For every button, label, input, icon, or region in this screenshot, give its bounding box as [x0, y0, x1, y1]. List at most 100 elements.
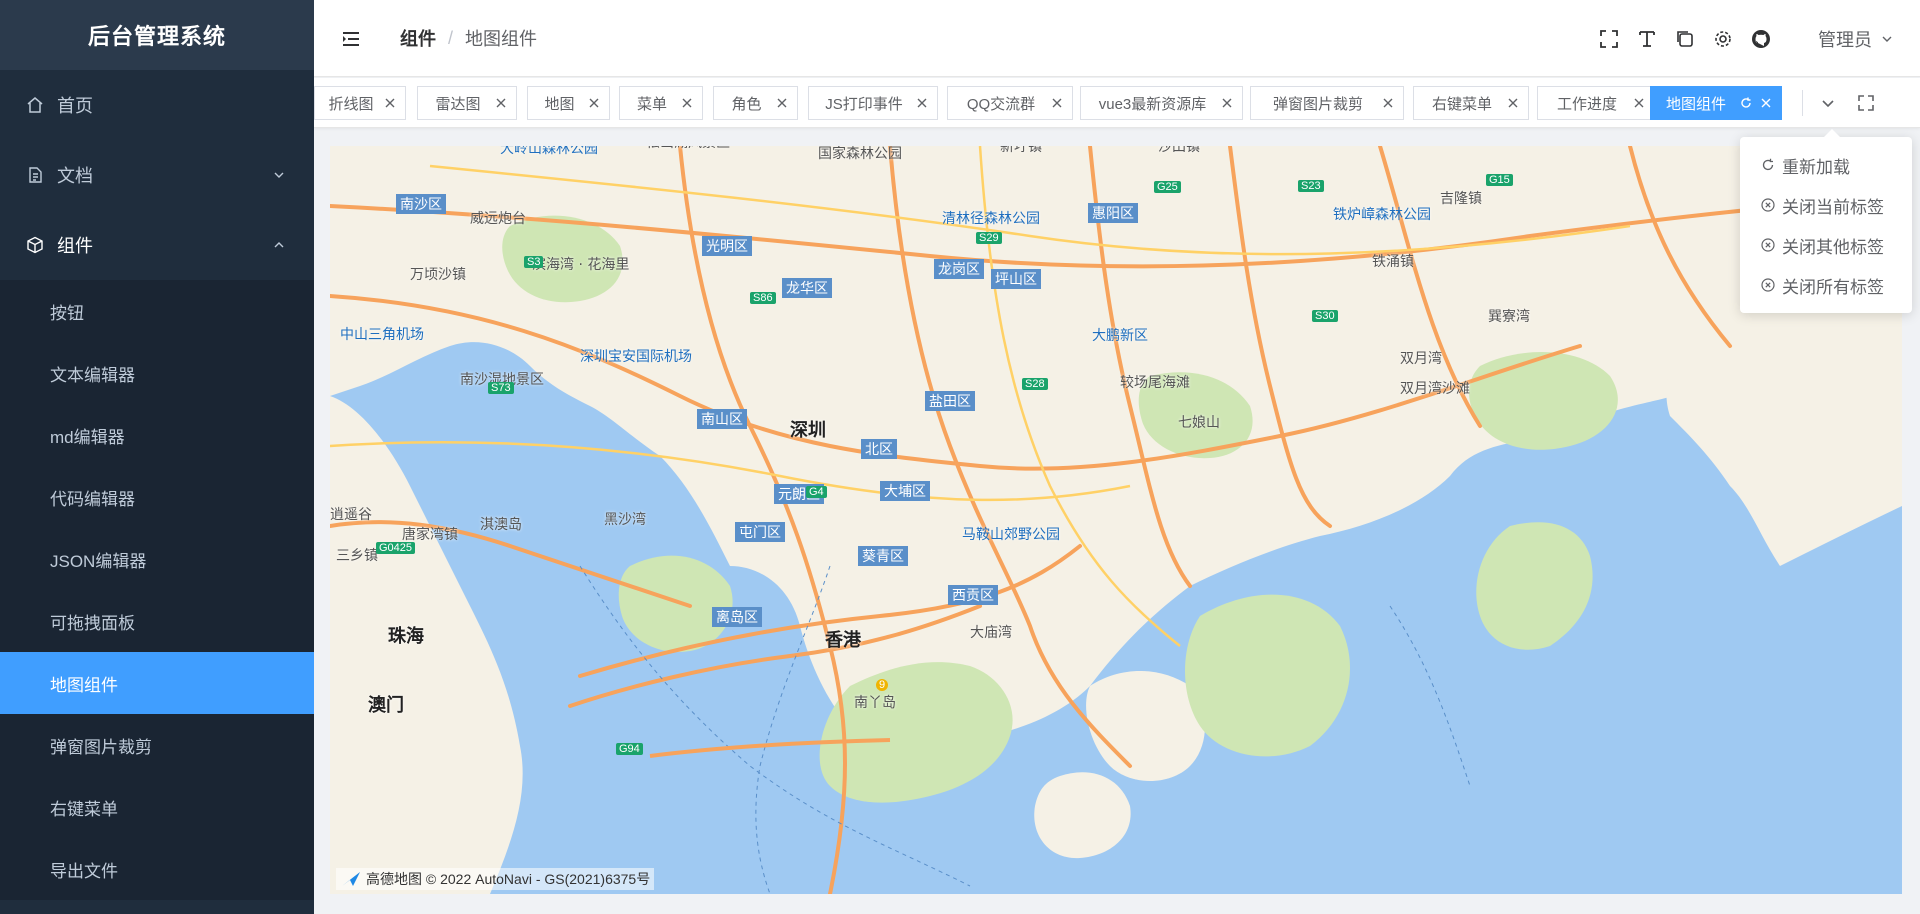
map-label: 黑沙湾 [604, 512, 646, 528]
close-icon[interactable] [680, 96, 694, 110]
hamburger-icon[interactable] [340, 28, 362, 50]
sidebar-item-home[interactable]: 首页 [0, 70, 314, 140]
close-circle-icon [1761, 278, 1775, 292]
map-label: 北区 [861, 439, 897, 459]
map-label: 清林径森林公园 [942, 211, 1040, 227]
close-circle-icon [1761, 238, 1775, 252]
tag-item[interactable]: 雷达图 [417, 86, 517, 120]
tag-label: 工作进度 [1556, 95, 1617, 113]
breadcrumb-item-map: 地图组件 [465, 29, 538, 49]
map-label: 澳门 [368, 695, 404, 716]
map-label: 沙田镇 [1158, 146, 1200, 155]
user-menu[interactable]: 管理员 [1818, 26, 1872, 52]
tag-item[interactable]: JS打印事件 [808, 86, 938, 120]
chevron-down-icon[interactable] [1818, 93, 1838, 113]
sidebar-item-export-file[interactable]: 导出文件 [0, 838, 314, 900]
close-icon[interactable] [494, 96, 508, 110]
chevron-down-icon[interactable] [1880, 32, 1894, 46]
close-icon[interactable] [1759, 96, 1773, 110]
map-label: 坪山区 [991, 269, 1041, 289]
fullscreen-icon[interactable] [1598, 28, 1620, 50]
tag-item-active[interactable]: 地图组件 [1650, 86, 1782, 120]
map-label: 万顷沙镇 [410, 267, 466, 283]
menu-item-close-others[interactable]: 关闭其他标签 [1740, 225, 1912, 265]
road-shield: G4 [806, 486, 827, 498]
tag-label: QQ交流群 [966, 95, 1036, 113]
tag-label: 雷达图 [435, 95, 481, 113]
breadcrumb-item-components[interactable]: 组件 [400, 25, 436, 51]
tag-item[interactable]: 右键菜单 [1413, 86, 1529, 120]
map-container[interactable]: (function(){ // place map labels: pixel … [330, 146, 1902, 894]
map-label: 铁炉嶂森林公园 [1333, 207, 1431, 223]
home-icon [25, 95, 45, 115]
close-icon[interactable] [1381, 96, 1395, 110]
close-icon[interactable] [1050, 96, 1064, 110]
tag-item[interactable]: 工作进度 [1537, 86, 1655, 120]
refresh-icon[interactable] [1739, 96, 1753, 110]
road-shield: S23 [1298, 180, 1324, 192]
menu-item-close-all[interactable]: 关闭所有标签 [1740, 265, 1912, 305]
close-icon[interactable] [1220, 96, 1234, 110]
sidebar-item-md-editor[interactable]: md编辑器 [0, 404, 314, 466]
tag-label: 地图 [544, 95, 575, 113]
sidebar-item-code-editor[interactable]: 代码编辑器 [0, 466, 314, 528]
sidebar-item-label: 组件 [57, 236, 93, 256]
tag-label: JS打印事件 [825, 95, 903, 113]
map-label: 离岛区 [712, 607, 762, 627]
close-icon[interactable] [775, 96, 789, 110]
close-icon[interactable] [915, 96, 929, 110]
menu-item-label: 关闭所有标签 [1782, 277, 1884, 297]
tag-item[interactable]: 菜单 [619, 86, 703, 120]
map-label: 惠阳区 [1088, 203, 1138, 223]
road-shield: G0425 [376, 542, 416, 554]
map-label: 三乡镇 [336, 548, 378, 564]
sidebar-item-json-editor[interactable]: JSON编辑器 [0, 528, 314, 590]
components-submenu: 按钮 文本编辑器 md编辑器 代码编辑器 JSON编辑器 可拖拽面板 地图组件 … [0, 280, 314, 900]
sidebar-item-components[interactable]: 组件 [0, 210, 314, 280]
close-icon[interactable] [1632, 96, 1646, 110]
chevron-down-icon [274, 172, 284, 178]
map-label: 珠海 [388, 626, 424, 647]
map-label: 香港 [825, 630, 861, 651]
tag-item[interactable]: 角色 [713, 86, 798, 120]
tag-item[interactable]: QQ交流群 [947, 86, 1073, 120]
sidebar-item-text-editor[interactable]: 文本编辑器 [0, 342, 314, 404]
font-size-icon[interactable] [1636, 28, 1658, 50]
road-shield: S86 [750, 292, 776, 304]
sidebar-item-context-menu[interactable]: 右键菜单 [0, 776, 314, 838]
map-label: 西贡区 [948, 585, 998, 605]
tags-view: 折线图 雷达图 地图 菜单 角色 JS打印事件 QQ交流群 vue3最新资源库 … [314, 78, 1920, 128]
menu-item-reload[interactable]: 重新加载 [1740, 145, 1912, 185]
tag-item[interactable]: vue3最新资源库 [1080, 86, 1243, 120]
map-label: 威远炮台 [470, 211, 526, 227]
fullscreen-icon[interactable] [1856, 93, 1876, 113]
settings-icon[interactable] [1712, 28, 1734, 50]
map-label: 深圳 [790, 420, 826, 441]
amap-logo-icon [342, 872, 360, 886]
tag-item[interactable]: 折线图 [314, 86, 406, 120]
sidebar-item-docs[interactable]: 文档 [0, 140, 314, 210]
road-shield: S73 [488, 382, 514, 394]
close-icon[interactable] [383, 96, 397, 110]
map-attribution: 高德地图 © 2022 AutoNavi - GS(2021)6375号 [336, 868, 655, 890]
map-label: 双月湾 [1400, 351, 1442, 367]
header-actions: 管理员 [1598, 0, 1920, 77]
copy-icon[interactable] [1674, 28, 1696, 50]
sidebar-item-image-crop[interactable]: 弹窗图片裁剪 [0, 714, 314, 776]
menu-item-close-current[interactable]: 关闭当前标签 [1740, 185, 1912, 225]
map-label: 较场尾海滩 [1120, 375, 1190, 391]
map-label: 南山区 [697, 409, 747, 429]
road-shield: G15 [1486, 174, 1513, 186]
map-label: 光明区 [702, 236, 752, 256]
tag-item[interactable]: 地图 [527, 86, 610, 120]
github-icon[interactable] [1750, 28, 1772, 50]
sidebar-item-map-component[interactable]: 地图组件 [0, 652, 314, 714]
tag-item[interactable]: 弹窗图片裁剪 [1250, 86, 1404, 120]
map-label: 逍遥谷 [330, 507, 372, 523]
sidebar-item-draggable-panel[interactable]: 可拖拽面板 [0, 590, 314, 652]
close-icon[interactable] [587, 96, 601, 110]
close-icon[interactable] [1506, 96, 1520, 110]
tag-label: vue3最新资源库 [1098, 95, 1207, 113]
sidebar-item-button[interactable]: 按钮 [0, 280, 314, 342]
map-label: 松山湖风景区 [646, 146, 730, 152]
